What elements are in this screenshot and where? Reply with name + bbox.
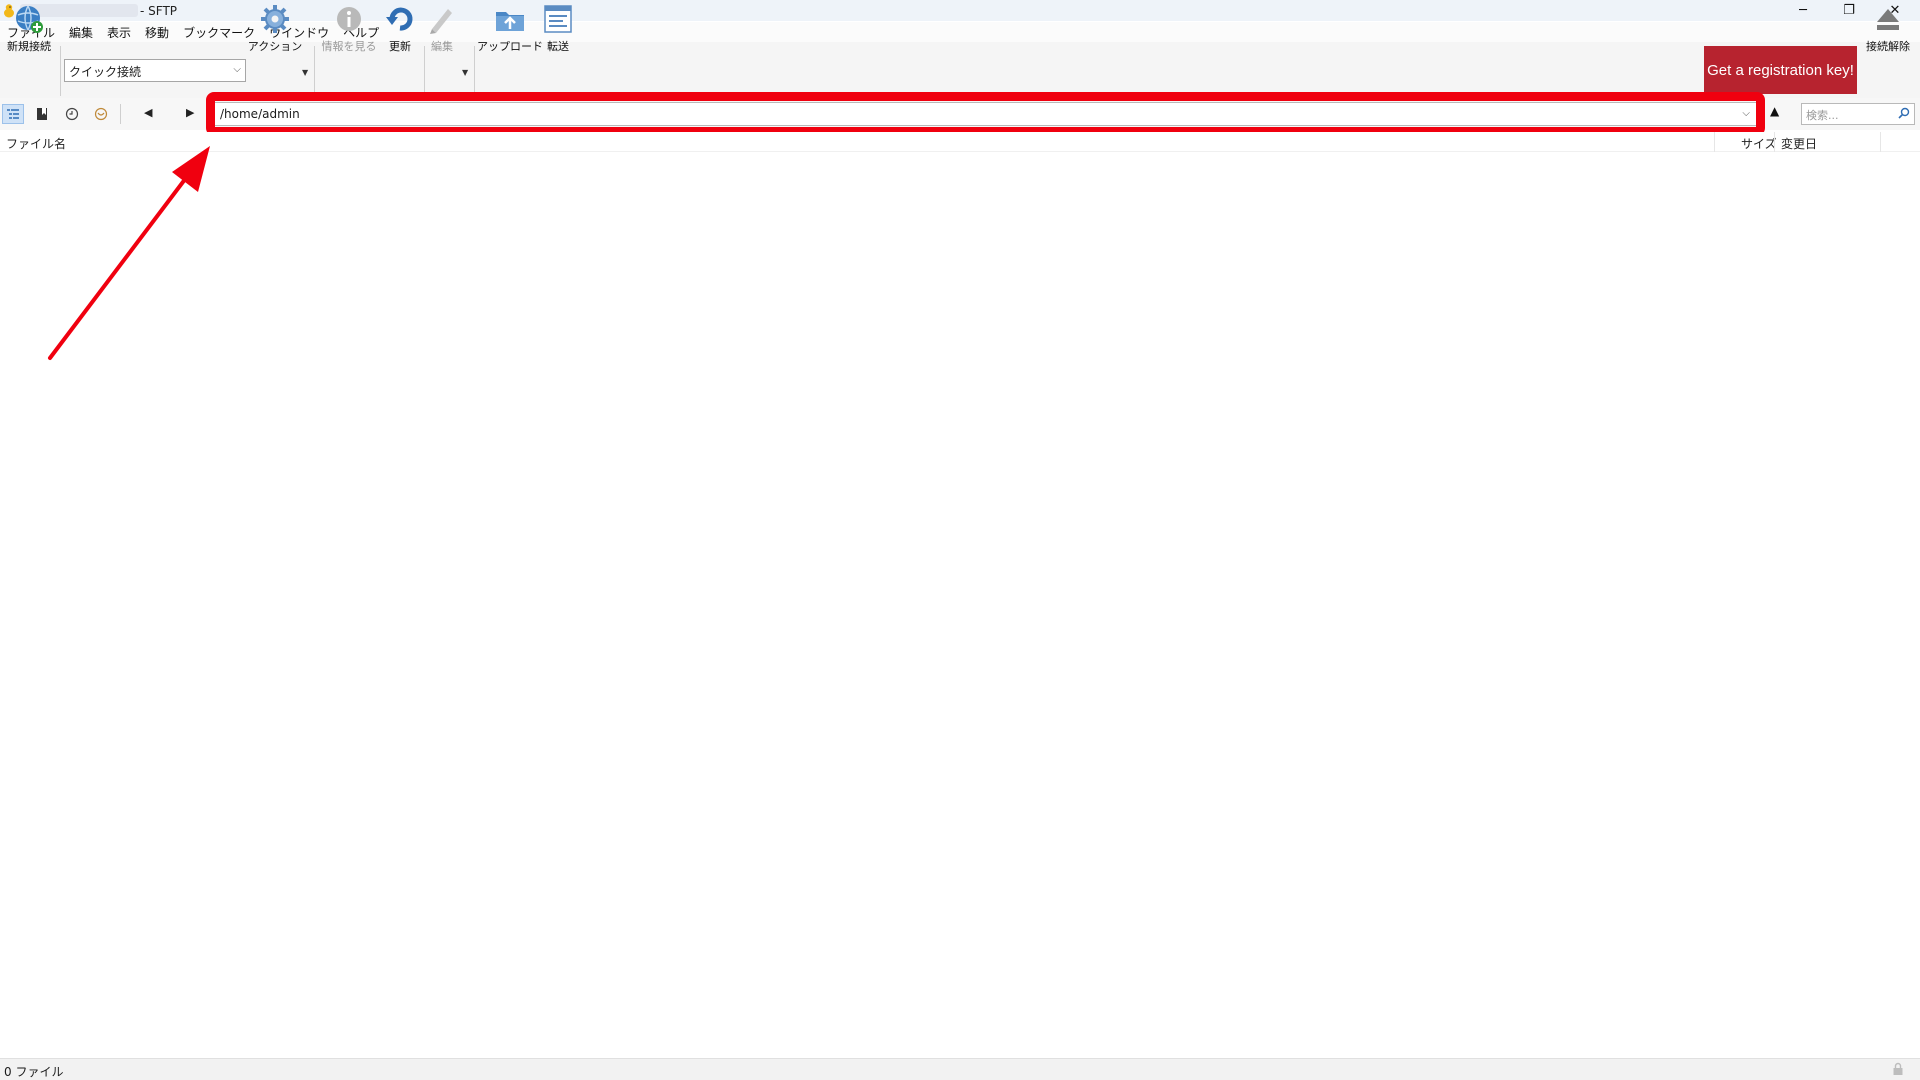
column-header-size[interactable]: サイズ (1741, 135, 1777, 152)
outline-view-button[interactable] (2, 104, 24, 124)
action-button[interactable]: アクション (248, 3, 302, 55)
menu-go[interactable]: 移動 (145, 24, 169, 41)
info-icon (337, 7, 361, 31)
chevron-down-icon: ⌵ (233, 64, 241, 75)
transfer-list-icon (544, 5, 572, 33)
file-list-header: ファイル名 サイズ 変更日 (0, 132, 1920, 152)
column-header-filename[interactable]: ファイル名 (6, 135, 66, 152)
search-icon (1898, 107, 1910, 119)
toolbar-divider (60, 46, 61, 96)
forward-arrow-icon[interactable]: ▶ (186, 106, 194, 119)
upload-folder-icon (496, 12, 524, 31)
column-divider[interactable] (1714, 132, 1715, 152)
parent-folder-arrow-icon[interactable]: ▲ (1770, 104, 1779, 118)
refresh-button[interactable]: 更新 (380, 3, 420, 55)
disconnect-button[interactable]: 接続解除 (1860, 3, 1916, 55)
bonjour-view-button[interactable] (90, 104, 112, 124)
history-view-button[interactable] (61, 104, 83, 124)
column-divider[interactable] (1880, 132, 1881, 152)
back-arrow-icon[interactable]: ◀ (144, 106, 152, 119)
search-input[interactable]: 検索... (1801, 103, 1915, 125)
upload-button[interactable]: アップロード (477, 3, 543, 55)
lock-icon[interactable] (1892, 1062, 1904, 1076)
globe-add-icon (16, 5, 43, 33)
pathbar-divider (120, 104, 121, 124)
column-divider[interactable] (1774, 132, 1775, 152)
transfer-button[interactable]: 転送 (540, 3, 576, 55)
file-list[interactable] (0, 153, 1920, 1057)
menu-bookmark[interactable]: ブックマーク (183, 24, 255, 41)
bonjour-icon (94, 107, 108, 121)
bookmark-icon (37, 108, 47, 120)
clock-icon (65, 107, 79, 121)
status-bar: 0 ファイル (0, 1058, 1920, 1080)
pencil-icon (430, 9, 452, 34)
eject-icon (1877, 9, 1899, 30)
new-connection-button[interactable]: 新規接続 (4, 3, 54, 55)
action-dropdown-caret-icon[interactable]: ▼ (302, 68, 308, 77)
file-count: 0 ファイル (4, 1065, 64, 1079)
edit-button[interactable]: 編集 (424, 3, 460, 55)
menu-edit[interactable]: 編集 (69, 24, 93, 41)
refresh-icon (386, 7, 413, 31)
path-highlight-box (206, 92, 1765, 136)
outline-view-icon (7, 109, 19, 119)
toolbar-divider (314, 46, 315, 96)
edit-dropdown-caret-icon[interactable]: ▼ (462, 68, 468, 77)
bookmarks-view-button[interactable] (31, 104, 53, 124)
registration-key-button[interactable]: Get a registration key! (1704, 46, 1857, 94)
menu-view[interactable]: 表示 (107, 24, 131, 41)
column-header-modified[interactable]: 変更日 (1781, 135, 1817, 152)
gear-icon (261, 5, 289, 33)
info-button[interactable]: 情報を見る (320, 3, 378, 55)
window-title: - SFTP (140, 4, 178, 18)
minimize-button[interactable]: ─ (1780, 0, 1826, 21)
quick-connect-combo[interactable]: クイック接続 ⌵ (64, 59, 246, 82)
toolbar-divider (474, 46, 475, 96)
